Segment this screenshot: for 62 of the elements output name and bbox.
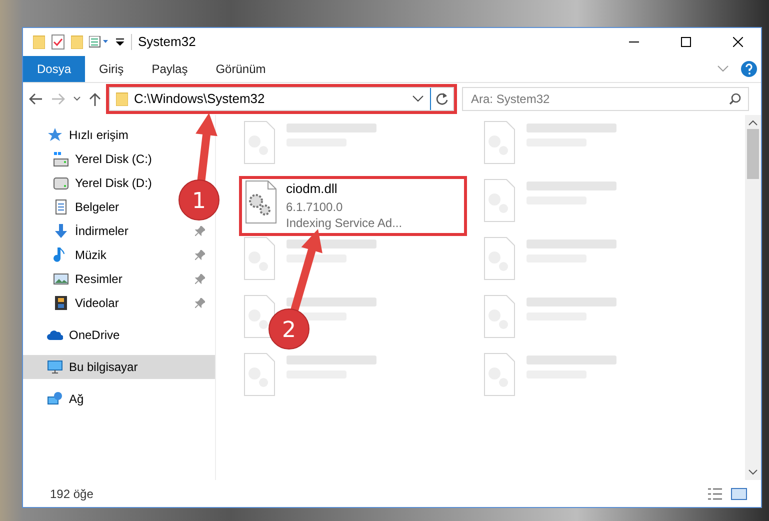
properties-icon[interactable]: [51, 34, 65, 50]
pin-icon[interactable]: [195, 250, 205, 260]
maximize-icon: [681, 37, 691, 47]
download-icon: [53, 223, 69, 239]
step-number-badge: [268, 308, 310, 350]
scrollbar[interactable]: [745, 115, 761, 480]
minimize-icon: [629, 41, 639, 43]
details-view-icon[interactable]: [707, 486, 723, 500]
address-bar[interactable]: C:\Windows\System32: [109, 87, 454, 111]
back-icon[interactable]: [29, 93, 43, 105]
ribbon-tab[interactable]: Giriş: [85, 56, 138, 82]
pin-icon[interactable]: [195, 274, 205, 284]
address-path: C:\Windows\System32: [134, 90, 266, 108]
drive-icon: [53, 151, 69, 167]
ribbon-tab[interactable]: Dosya: [23, 56, 86, 82]
star-icon: [47, 127, 63, 143]
network-icon: [47, 391, 63, 407]
sidebar-item[interactable]: İndirmeler: [23, 219, 215, 243]
view-icon[interactable]: [89, 36, 109, 48]
sidebar-item[interactable]: Videolar: [23, 291, 215, 315]
window-title: System32: [138, 33, 197, 52]
chevron-icon[interactable]: [717, 65, 729, 73]
close-icon: [733, 37, 743, 47]
ribbon-tab[interactable]: Paylaş: [138, 56, 202, 82]
help-icon[interactable]: [741, 61, 757, 77]
file-detail: 6.1.7100.0: [286, 198, 344, 215]
scrollbar-thumb[interactable]: [747, 129, 759, 179]
drive-icon: [53, 175, 69, 191]
refresh-icon[interactable]: [435, 92, 449, 106]
scroll-up-icon[interactable]: [748, 119, 758, 127]
tiles-view-icon[interactable]: [731, 486, 747, 500]
up-icon[interactable]: [89, 92, 101, 106]
step-number: 1: [192, 189, 206, 214]
step-number-badge: [178, 180, 220, 220]
sidebar-item[interactable]: Belgeler: [23, 195, 130, 219]
sidebar-item[interactable]: OneDrive: [23, 323, 130, 347]
gear-file-icon: [244, 179, 278, 225]
pin-icon[interactable]: [195, 226, 205, 236]
file-name: ciodm.dll: [286, 180, 338, 198]
folder-icon: [116, 92, 128, 106]
monitor-icon: [47, 359, 63, 375]
ribbon-tab[interactable]: Görünüm: [202, 56, 280, 82]
caret-icon[interactable]: [115, 37, 125, 47]
search-field[interactable]: Ara: System32: [462, 87, 749, 111]
item-count: 192 öğe: [50, 486, 94, 502]
document-icon: [53, 199, 69, 215]
dropdown-icon[interactable]: [412, 95, 424, 103]
sidebar-item[interactable]: Bu bilgisayar: [23, 355, 215, 379]
scroll-down-icon[interactable]: [748, 468, 758, 476]
sidebar-item[interactable]: Yerel Disk (C:): [23, 147, 162, 171]
sidebar-item[interactable]: Ağ: [23, 387, 94, 411]
file-detail: Indexing Service Ad...: [286, 214, 402, 231]
sidebar-item[interactable]: Hızlı erişim: [23, 123, 138, 147]
step-number: 2: [282, 318, 296, 343]
sidebar-item[interactable]: Yerel Disk (D:): [23, 171, 162, 195]
file-item[interactable]: ciodm.dll 6.1.7100.0 Indexing Service Ad...: [240, 177, 466, 235]
film-icon: [53, 295, 69, 311]
search-icon[interactable]: [729, 93, 741, 105]
sidebar-item[interactable]: Müzik: [23, 243, 215, 267]
sidebar-item[interactable]: Resimler: [23, 267, 215, 291]
picture-icon: [53, 271, 69, 287]
pin-icon[interactable]: [195, 298, 205, 308]
